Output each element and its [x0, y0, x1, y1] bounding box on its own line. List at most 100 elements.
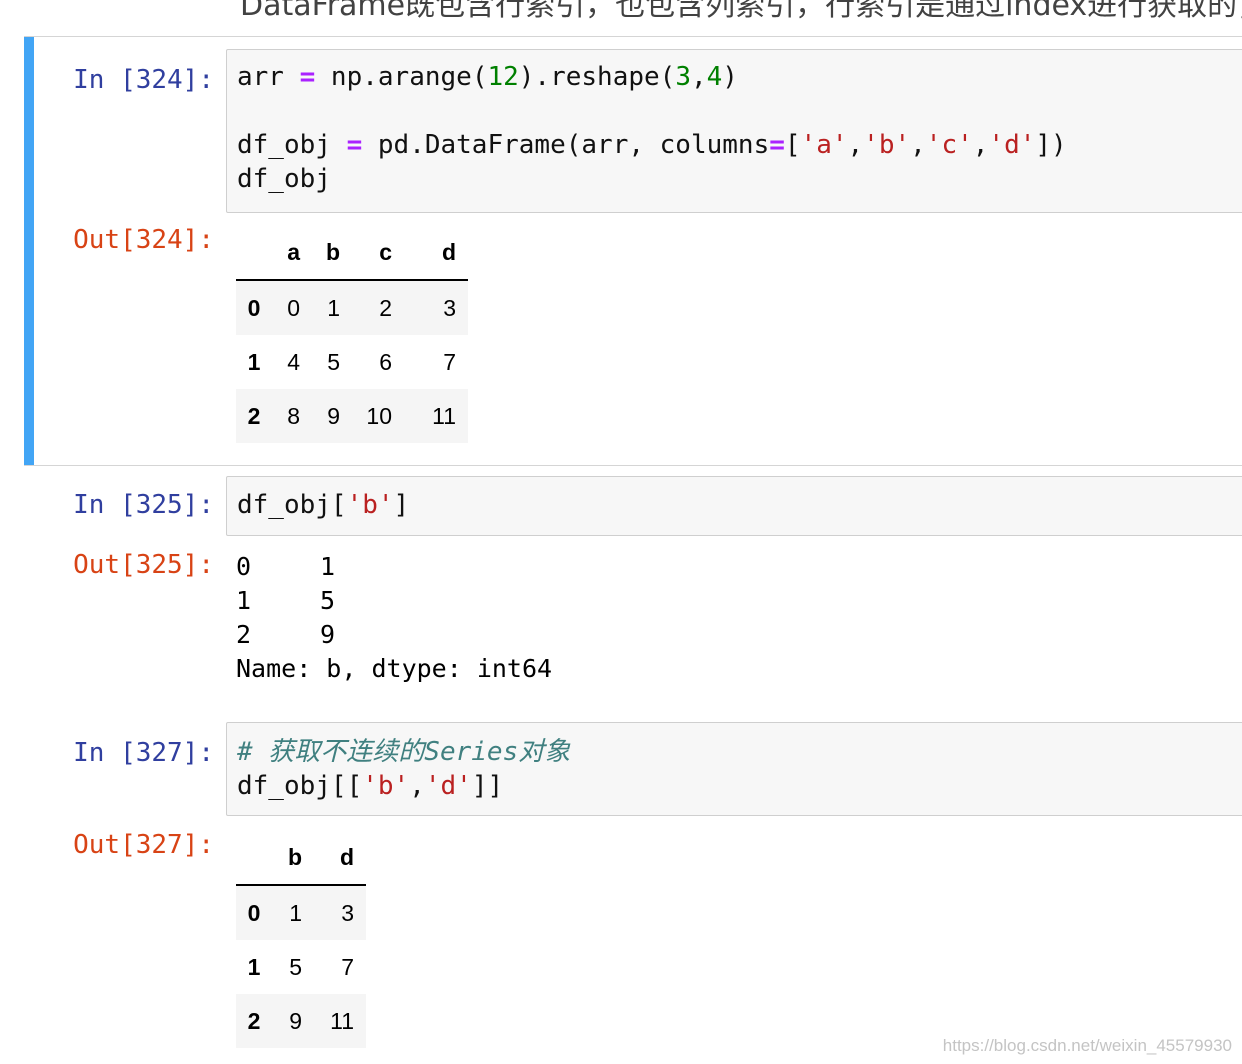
table-cell: 4 — [287, 348, 300, 375]
table-row: 1 4 5 6 7 — [236, 335, 468, 389]
table-row: 2 8 9 10 11 — [236, 389, 468, 443]
code-token: df_obj[ — [237, 490, 347, 520]
notebook-cell-327[interactable]: In [327]: # 获取不连续的Series对象 df_obj[['b','… — [24, 720, 1242, 1064]
code-token: ]) — [1035, 130, 1067, 160]
table-cell: 9 — [289, 1007, 302, 1034]
code-token: , — [409, 771, 425, 801]
column-header-index — [236, 225, 272, 281]
code-number: 4 — [706, 62, 723, 92]
output-prompt: Out[324]: — [73, 225, 214, 255]
column-header-b: b — [272, 830, 302, 886]
table-row: 0 1 3 — [236, 885, 366, 940]
code-token: , — [690, 62, 707, 92]
series-row: 01 — [236, 550, 335, 584]
code-token: , — [910, 130, 926, 160]
code-string: 'b' — [863, 130, 911, 160]
table-cell: 6 — [379, 348, 392, 375]
code-token: ).reshape( — [518, 62, 676, 92]
input-prompt: In [325]: — [73, 490, 214, 520]
notebook-cell-325[interactable]: In [325]: df_obj['b'] Out[325]: 01 15 29… — [24, 476, 1242, 696]
code-token: , — [972, 130, 989, 160]
output-prompt: Out[325]: — [73, 550, 214, 580]
code-token: df_obj — [237, 130, 347, 160]
code-operator: = — [769, 130, 785, 160]
row-index: 1 — [247, 348, 261, 375]
table-header-row: b d — [236, 830, 366, 886]
column-header-b: b — [300, 225, 340, 281]
series-footer: Name: b, dtype: int64 — [236, 654, 553, 683]
code-operator: = — [346, 130, 363, 160]
code-number: 12 — [487, 62, 519, 92]
table-cell: 1 — [327, 294, 340, 321]
input-prompt: In [324]: — [73, 65, 214, 95]
code-input-area[interactable]: arr = np.arange(12).reshape(3,4) df_obj … — [226, 49, 1242, 213]
previous-markdown-text: DataFrame既包含行索引，也包含列索引，行索引是通过index进行获取的，… — [240, 0, 1242, 20]
dataframe-output-table: b d 0 1 3 1 5 7 2 9 11 — [236, 830, 366, 1048]
table-cell: 7 — [341, 953, 354, 980]
code-string: 'd' — [988, 130, 1036, 160]
code-token: np.arange( — [315, 62, 488, 92]
column-header-d: d — [302, 830, 366, 886]
output-prompt: Out[327]: — [73, 830, 214, 860]
table-cell: 1 — [289, 899, 302, 926]
code-string: 'b' — [346, 490, 394, 520]
table-cell: 9 — [327, 402, 340, 429]
table-cell: 10 — [366, 402, 392, 429]
series-row: 29 — [236, 618, 335, 652]
code-token: ]] — [471, 771, 504, 801]
code-comment-line: # 获取不连续的Series对象 — [237, 735, 570, 769]
dataframe-output-table: a b c d 0 0 1 2 3 1 4 5 6 7 2 8 9 10 11 — [236, 225, 468, 443]
code-token: df_obj[[ — [237, 771, 363, 801]
row-index: 0 — [247, 899, 261, 926]
code-token: [ — [784, 130, 801, 160]
code-line: df_obj[['b','d']] — [237, 769, 503, 803]
code-line: df_obj = pd.DataFrame(arr, columns=['a',… — [237, 128, 1067, 162]
code-comment: # 获取不连续的Series对象 — [237, 737, 571, 767]
code-line: df_obj — [237, 162, 331, 196]
series-value: 5 — [320, 586, 336, 615]
code-number: 3 — [675, 62, 691, 92]
code-token: ] — [393, 490, 410, 520]
series-output: 01 15 29 Name: b, dtype: int64 — [236, 550, 636, 690]
table-header-row: a b c d — [236, 225, 468, 281]
table-cell: 3 — [443, 294, 456, 321]
code-token: ) — [722, 62, 738, 92]
code-token: df_obj — [237, 164, 331, 194]
code-token: , — [847, 130, 864, 160]
series-value: 1 — [320, 552, 336, 581]
watermark: https://blog.csdn.net/weixin_45579930 — [942, 1036, 1232, 1055]
notebook-cell-324[interactable]: In [324]: arr = np.arange(12).reshape(3,… — [24, 36, 1242, 466]
code-string: 'c' — [925, 130, 973, 160]
table-cell: 11 — [330, 1007, 354, 1034]
row-index: 2 — [247, 402, 261, 429]
code-token: pd.DataFrame(arr, columns — [362, 130, 770, 160]
table-cell: 8 — [287, 402, 300, 429]
series-value: 9 — [320, 620, 336, 649]
table-cell: 2 — [379, 294, 392, 321]
code-operator: = — [299, 62, 316, 92]
column-header-index — [236, 830, 272, 886]
code-line: df_obj['b'] — [237, 488, 409, 522]
table-row: 0 0 1 2 3 — [236, 280, 468, 335]
table-cell: 5 — [327, 348, 340, 375]
row-index: 2 — [247, 1007, 261, 1034]
code-line: arr = np.arange(12).reshape(3,4) — [237, 60, 738, 94]
code-string: 'd' — [424, 771, 472, 801]
row-index: 0 — [247, 294, 261, 321]
table-cell: 0 — [287, 294, 300, 321]
code-token: arr — [237, 62, 300, 92]
column-header-c: c — [340, 225, 392, 281]
row-index: 1 — [247, 953, 261, 980]
series-row: 15 — [236, 584, 335, 618]
code-input-area[interactable]: # 获取不连续的Series对象 df_obj[['b','d']] — [226, 722, 1242, 816]
table-row: 2 9 11 — [236, 994, 366, 1048]
code-string: 'a' — [800, 130, 848, 160]
table-cell: 5 — [289, 953, 302, 980]
series-index: 2 — [236, 620, 252, 649]
table-cell: 11 — [432, 402, 456, 429]
series-index: 0 — [236, 552, 252, 581]
series-index: 1 — [236, 586, 252, 615]
table-cell: 7 — [443, 348, 456, 375]
column-header-d: d — [392, 225, 468, 281]
code-input-area[interactable]: df_obj['b'] — [226, 476, 1242, 536]
